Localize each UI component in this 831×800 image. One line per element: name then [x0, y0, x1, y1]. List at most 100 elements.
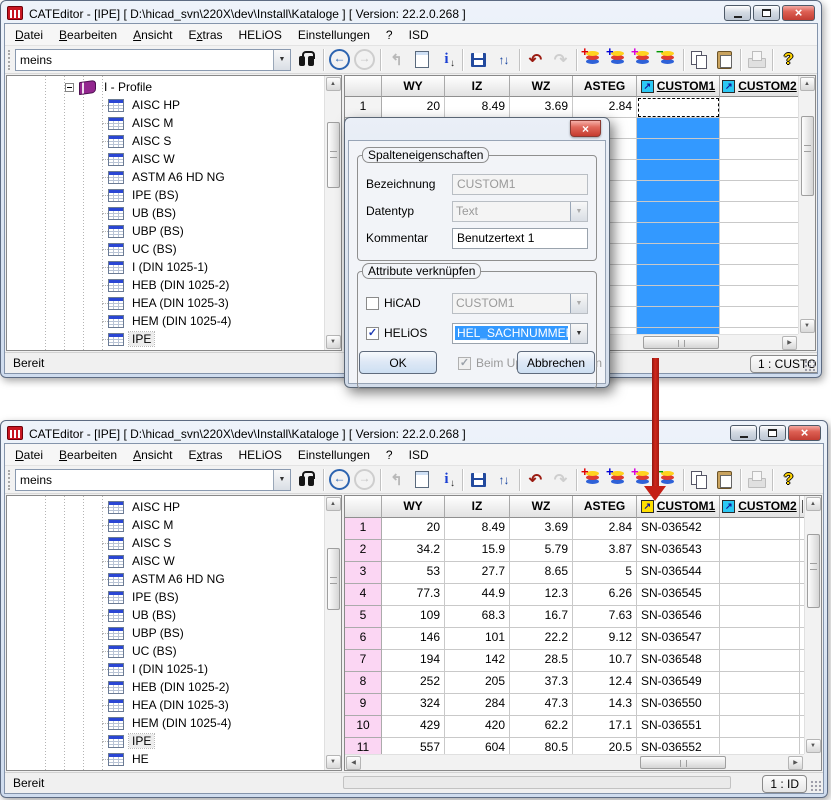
paste-icon[interactable]	[713, 48, 736, 71]
menu-bearbeiten[interactable]: Bearbeiten	[51, 25, 125, 45]
table-cell[interactable]: SN-036549	[637, 672, 720, 694]
db-add-blue-icon[interactable]	[606, 48, 629, 71]
table-cell[interactable]: 14.3	[573, 694, 637, 716]
table-cell[interactable]: 8.49	[445, 97, 510, 118]
table-cell[interactable]: 3.69	[510, 97, 573, 118]
table-cell[interactable]: 68.3	[445, 606, 510, 628]
tree-item-heb-din-1025-2[interactable]: HEB (DIN 1025-2)	[7, 678, 341, 696]
row-header-cell[interactable]: 1	[345, 97, 382, 118]
tree-item-i-profile[interactable]: I - Profile	[7, 78, 341, 96]
column-header-wz[interactable]: WZ	[510, 496, 573, 518]
nav-back-icon[interactable]	[328, 468, 351, 491]
save-icon[interactable]	[467, 468, 490, 491]
table-cell[interactable]	[720, 518, 800, 540]
table-cell[interactable]: 205	[445, 672, 510, 694]
column-header-custom2[interactable]: ↗CUSTOM2	[720, 76, 798, 97]
column-header-wy[interactable]: WY	[382, 76, 445, 97]
menu-isd[interactable]: ISD	[401, 25, 437, 45]
table-cell[interactable]: 324	[382, 694, 445, 716]
tree-item-aisc-hp[interactable]: AISC HP	[7, 96, 341, 114]
table-cell[interactable]: 142	[445, 650, 510, 672]
table-cell[interactable]: 8.49	[445, 518, 510, 540]
table-cell[interactable]: 5.79	[510, 540, 573, 562]
row-header-cell[interactable]: 6	[345, 628, 382, 650]
resize-grip[interactable]	[804, 360, 815, 371]
print-icon[interactable]	[745, 48, 768, 71]
table-cell[interactable]	[720, 540, 800, 562]
column-header-asteg[interactable]: ASTEG	[573, 496, 637, 518]
row-header-cell[interactable]: 2	[345, 540, 382, 562]
table-cell[interactable]: 6.26	[573, 584, 637, 606]
table-cell[interactable]: 20	[382, 518, 445, 540]
tree-item-ubp-bs[interactable]: UBP (BS)	[7, 222, 341, 240]
table-cell[interactable]: 252	[382, 672, 445, 694]
menu-?[interactable]: ?	[378, 25, 401, 45]
tree-item-ipe-bs[interactable]: IPE (BS)	[7, 588, 341, 606]
scroll-up-icon[interactable]: ▲	[800, 77, 815, 91]
resize-grip[interactable]	[810, 780, 821, 791]
scroll-down-icon[interactable]: ▼	[800, 319, 815, 333]
tree-item-hem-din-1025-4[interactable]: HEM (DIN 1025-4)	[7, 312, 341, 330]
table-cell[interactable]: SN-036544	[637, 562, 720, 584]
table-cell[interactable]	[720, 584, 800, 606]
toolbar-grip[interactable]	[8, 470, 12, 490]
table-cell[interactable]: SN-036547	[637, 628, 720, 650]
help-icon[interactable]	[777, 468, 800, 491]
menu-helios[interactable]: HELiOS	[231, 25, 290, 45]
minimize-button[interactable]	[724, 5, 751, 21]
tree-item-ipe[interactable]: IPE	[7, 330, 341, 348]
tree-item-astm-a6-hd-ng[interactable]: ASTM A6 HD NG	[7, 168, 341, 186]
menu-ansicht[interactable]: Ansicht	[125, 445, 180, 465]
copy-icon[interactable]	[688, 48, 711, 71]
table-cell[interactable]	[637, 181, 720, 202]
menu-datei[interactable]: Datei	[7, 445, 51, 465]
tree-item-ub-bs[interactable]: UB (BS)	[7, 204, 341, 222]
table-cell[interactable]	[720, 286, 798, 307]
table-cell[interactable]	[720, 650, 800, 672]
table-cell[interactable]: SN-036550	[637, 694, 720, 716]
table-cell[interactable]	[637, 307, 720, 328]
table-vertical-scrollbar[interactable]: ▲ ▼	[798, 76, 815, 334]
table-cell[interactable]: 20.5	[573, 738, 637, 754]
titlebar[interactable]: CATEditor - [IPE] [ D:\hicad_svn\220X\de…	[3, 423, 825, 443]
table-cell[interactable]: SN-036546	[637, 606, 720, 628]
tree-item-aisc-s[interactable]: AISC S	[7, 534, 341, 552]
table-cell[interactable]	[637, 286, 720, 307]
table-cell[interactable]: 101	[445, 628, 510, 650]
column-header-custom1[interactable]: ↗CUSTOM1	[637, 76, 720, 97]
table-cell[interactable]: SN-036545	[637, 584, 720, 606]
tree-item-he[interactable]: HE	[7, 750, 341, 768]
column-header-wz[interactable]: WZ	[510, 76, 573, 97]
table-cell[interactable]: 557	[382, 738, 445, 754]
table-cell[interactable]: SN-036543	[637, 540, 720, 562]
row-header-cell[interactable]: 5	[345, 606, 382, 628]
tree-item-ipe[interactable]: IPE	[7, 732, 341, 750]
nav-forward-icon[interactable]	[353, 48, 376, 71]
helios-attribute-combo[interactable]: HEL_SACHNUMMER ▼	[452, 323, 588, 344]
paste-icon[interactable]	[713, 468, 736, 491]
tree-item-aisc-m[interactable]: AISC M	[7, 114, 341, 132]
table-cell[interactable]: 17.1	[573, 716, 637, 738]
sort-icon[interactable]	[492, 48, 515, 71]
nav-back-icon[interactable]	[328, 48, 351, 71]
scroll-up-icon[interactable]: ▲	[806, 497, 821, 511]
table-cell[interactable]: 22.2	[510, 628, 573, 650]
scroll-left-icon[interactable]: ◀	[346, 756, 361, 770]
table-cell[interactable]	[720, 244, 798, 265]
titlebar[interactable]: CATEditor - [IPE] [ D:\hicad_svn\220X\de…	[3, 3, 819, 23]
table-cell[interactable]	[720, 307, 798, 328]
menu-extras[interactable]: Extras	[180, 25, 230, 45]
ok-button[interactable]: OK	[359, 351, 437, 374]
menu-einstellungen[interactable]: Einstellungen	[290, 25, 378, 45]
import-icon[interactable]	[435, 48, 458, 71]
tree-item-aisc-m[interactable]: AISC M	[7, 516, 341, 534]
cancel-button[interactable]: Abbrechen	[517, 351, 595, 374]
tree-item-hea-din-1025-3[interactable]: HEA (DIN 1025-3)	[7, 696, 341, 714]
menu-ansicht[interactable]: Ansicht	[125, 25, 180, 45]
table-cell[interactable]: 10.7	[573, 650, 637, 672]
helios-checkbox[interactable]: ✓ HELiOS	[366, 326, 452, 340]
table-cell[interactable]: 146	[382, 628, 445, 650]
scroll-thumb[interactable]	[640, 756, 726, 769]
copy-icon[interactable]	[688, 468, 711, 491]
toolbar-grip[interactable]	[8, 50, 12, 70]
